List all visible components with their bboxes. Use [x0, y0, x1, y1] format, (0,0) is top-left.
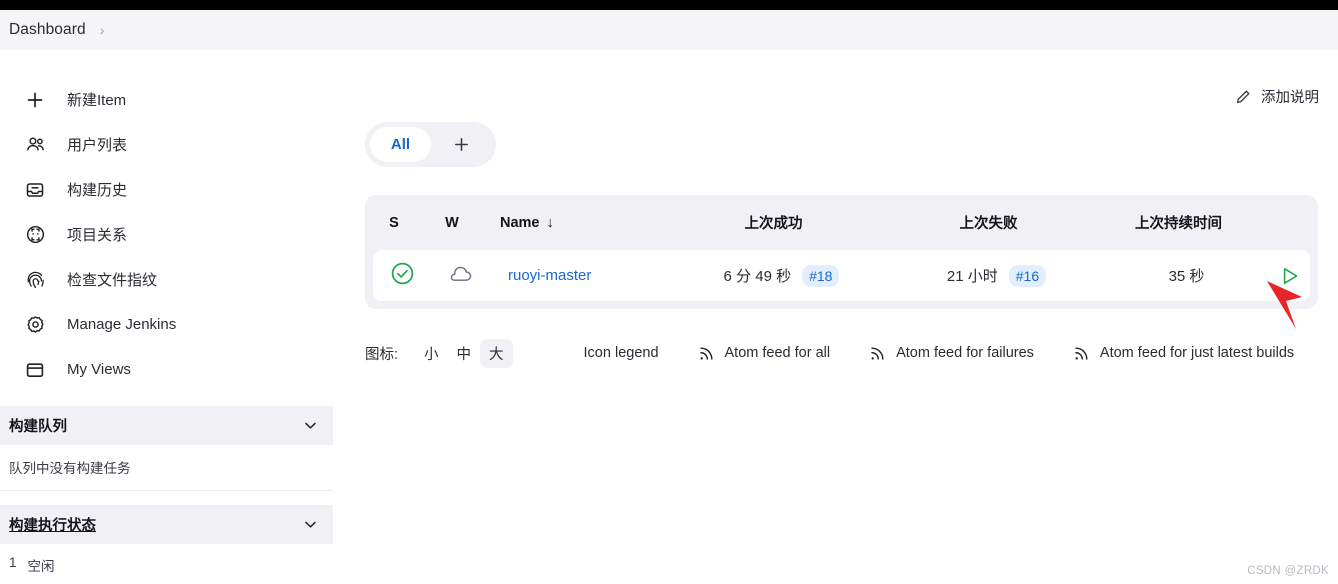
icon-size-large[interactable]: 大: [480, 338, 513, 368]
sidebar-label: 项目关系: [67, 227, 128, 244]
sidebar: 新建Item 用户列表 构建历史 项目关系 检查文件指纹 Manage Jenk…: [0, 50, 333, 584]
column-header-name[interactable]: Name ↓: [481, 215, 666, 231]
atom-feed-failures-link[interactable]: Atom feed for failures: [869, 345, 1034, 362]
column-header-name-label: Name: [500, 214, 540, 231]
build-queue-widget: 构建队列 队列中没有构建任务: [0, 406, 333, 491]
job-actions-cell: [1269, 265, 1310, 287]
build-queue-header[interactable]: 构建队列: [0, 406, 333, 445]
breadcrumb-chevron-icon: ›: [99, 22, 105, 38]
watermark: CSDN @ZRDK: [1247, 565, 1329, 577]
icon-legend-link[interactable]: Icon legend: [584, 345, 659, 361]
view-tabs: All: [365, 122, 496, 167]
executor-row: 1 空闲: [0, 544, 333, 584]
build-queue-title: 构建队列: [9, 419, 67, 435]
sidebar-item-new-item[interactable]: 新建Item: [0, 77, 333, 122]
jobs-table: S W Name ↓ 上次成功 上次失败 上次持续时间 ruoyi-master…: [365, 195, 1318, 309]
sidebar-item-manage-jenkins[interactable]: Manage Jenkins: [0, 302, 333, 347]
job-name-cell: ruoyi-master: [489, 267, 674, 284]
browser-top-strip: [0, 0, 1338, 10]
last-failure-time: 21 小时: [946, 268, 998, 285]
add-description-button[interactable]: 添加说明: [1234, 86, 1319, 107]
breadcrumb-dashboard[interactable]: Dashboard: [9, 21, 86, 39]
rss-icon: [1073, 345, 1090, 362]
jenkins-dashboard-page: Dashboard › 新建Item 用户列表 构建历史 项目关系 检查文件指纹…: [0, 0, 1338, 584]
sidebar-label: 检查文件指纹: [67, 272, 158, 289]
executor-number: 1: [9, 555, 17, 570]
footer-toolbar: 图标: 小 中 大 Icon legend Atom feed for all: [365, 333, 1318, 373]
atom-feed-all-label: Atom feed for all: [724, 345, 831, 361]
atom-feed-failures-label: Atom feed for failures: [896, 345, 1034, 361]
jobs-table-header: S W Name ↓ 上次成功 上次失败 上次持续时间: [365, 195, 1318, 250]
fingerprint-icon: [24, 269, 46, 291]
job-last-success-cell: 6 分 49 秒 #18: [674, 264, 889, 287]
rss-icon: [869, 345, 886, 362]
sidebar-label: 用户列表: [67, 137, 128, 154]
sidebar-label: 构建历史: [67, 182, 128, 199]
sidebar-item-build-history[interactable]: 构建历史: [0, 167, 333, 212]
last-failure-build-badge[interactable]: #16: [1008, 264, 1047, 287]
build-queue-empty-text: 队列中没有构建任务: [0, 445, 333, 491]
window-icon: [24, 359, 46, 381]
breadcrumb-bar: Dashboard ›: [0, 10, 1338, 50]
atom-feed-latest-link[interactable]: Atom feed for just latest builds: [1073, 345, 1294, 362]
icon-size-small[interactable]: 小: [415, 339, 448, 368]
sort-descending-icon: ↓: [546, 214, 554, 231]
sidebar-label: 新建Item: [67, 92, 127, 109]
atom-feed-latest-label: Atom feed for just latest builds: [1099, 345, 1295, 361]
sidebar-item-my-views[interactable]: My Views: [0, 347, 333, 392]
target-icon: [24, 224, 46, 246]
table-row: ruoyi-master 6 分 49 秒 #18 21 小时 #16 35 秒: [373, 250, 1310, 301]
inbox-icon: [24, 179, 46, 201]
people-icon: [24, 134, 46, 156]
sidebar-item-fingerprint-check[interactable]: 检查文件指纹: [0, 257, 333, 302]
job-last-failure-cell: 21 小时 #16: [889, 264, 1104, 287]
chevron-down-icon[interactable]: [302, 516, 319, 533]
job-link-ruoyi-master[interactable]: ruoyi-master: [508, 267, 591, 284]
icon-size-medium[interactable]: 中: [448, 339, 481, 368]
column-header-last-success[interactable]: 上次成功: [666, 212, 881, 233]
pencil-icon: [1234, 88, 1252, 106]
success-check-icon[interactable]: [390, 261, 415, 286]
rss-icon: [698, 345, 715, 362]
last-success-time: 6 分 49 秒: [723, 268, 792, 285]
build-executor-title: 构建执行状态: [9, 518, 96, 534]
run-build-icon[interactable]: [1279, 265, 1301, 287]
main-content: 添加说明 All S W Name ↓ 上次成功 上次失败 上次持续时间 ruo…: [333, 50, 1338, 584]
column-header-last-failure[interactable]: 上次失败: [881, 212, 1096, 233]
add-description-label: 添加说明: [1261, 90, 1319, 106]
sidebar-item-project-relationship[interactable]: 项目关系: [0, 212, 333, 257]
job-weather-cell: [431, 263, 489, 289]
sidebar-nav: 新建Item 用户列表 构建历史 项目关系 检查文件指纹 Manage Jenk…: [0, 50, 333, 392]
build-executor-widget: 构建执行状态 1 空闲 2 空闲: [0, 505, 333, 584]
cloud-icon[interactable]: [447, 263, 474, 285]
job-last-duration-cell: 35 秒: [1168, 268, 1205, 285]
column-header-weather[interactable]: W: [423, 215, 481, 231]
icon-size-label: 图标:: [365, 346, 399, 363]
tab-all[interactable]: All: [370, 127, 431, 162]
sidebar-item-user-list[interactable]: 用户列表: [0, 122, 333, 167]
job-status-cell: [373, 261, 431, 290]
sidebar-label: Manage Jenkins: [67, 316, 177, 333]
executor-status: 空闲: [27, 559, 55, 574]
gear-icon: [24, 314, 46, 336]
plus-icon: [24, 89, 46, 111]
atom-feed-all-link[interactable]: Atom feed for all: [698, 345, 831, 362]
sidebar-label: My Views: [67, 361, 131, 378]
column-header-status[interactable]: S: [365, 215, 423, 231]
add-view-button[interactable]: [431, 127, 491, 162]
chevron-down-icon[interactable]: [302, 417, 319, 434]
column-header-last-duration[interactable]: 上次持续时间: [1096, 212, 1261, 233]
last-success-build-badge[interactable]: #18: [802, 264, 840, 287]
build-executor-header[interactable]: 构建执行状态: [0, 505, 333, 544]
